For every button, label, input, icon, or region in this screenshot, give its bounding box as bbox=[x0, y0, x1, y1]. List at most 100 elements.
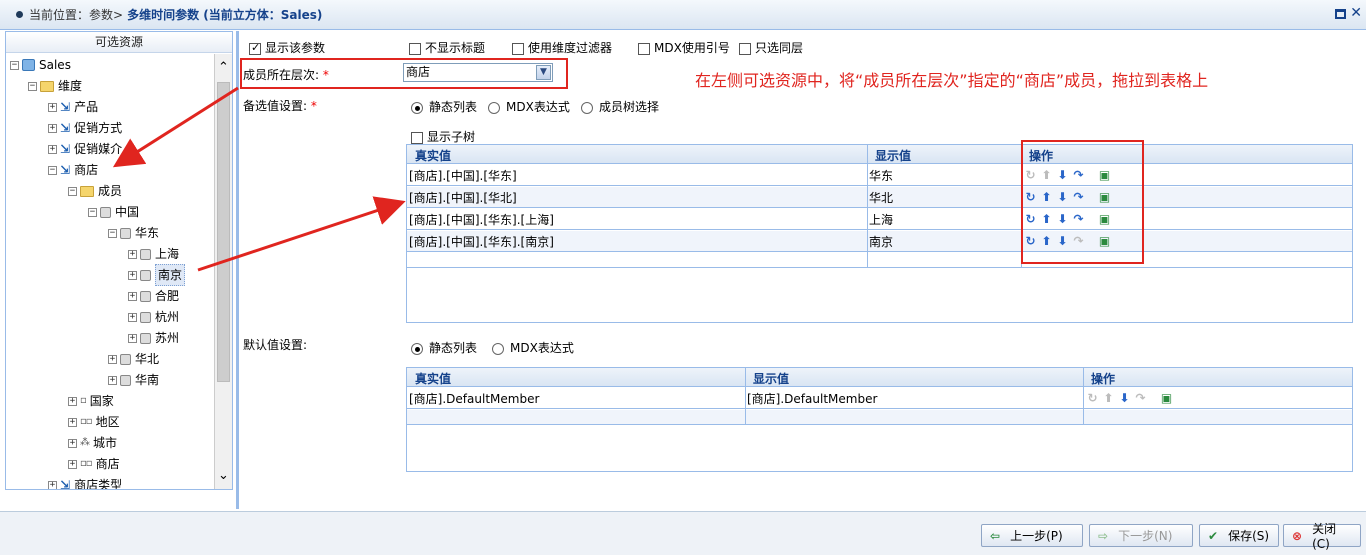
tree-node-hefei[interactable]: + 合肥 bbox=[128, 286, 179, 306]
expand-icon[interactable]: + bbox=[128, 333, 137, 343]
table-row[interactable]: [商店].DefaultMember [商店].DefaultMember ↻ ⬆… bbox=[407, 388, 1352, 409]
collapse-icon[interactable]: − bbox=[88, 207, 97, 217]
member-icon bbox=[140, 248, 151, 260]
table-row-empty[interactable] bbox=[407, 253, 1352, 268]
tree-node-shanghai[interactable]: + 上海 bbox=[128, 244, 179, 264]
expand-icon[interactable]: + bbox=[48, 102, 57, 112]
resource-tree: − Sales − 维度 + ⇲ 产品 + ⇲ 促销方式 + ⇲ 促销媒介 − ⇲ 商店 − 成员 −… bbox=[6, 54, 214, 489]
refresh-icon[interactable]: ↻ bbox=[1085, 391, 1100, 405]
expand-icon[interactable]: + bbox=[128, 270, 137, 280]
member-icon bbox=[120, 353, 131, 365]
expand-icon[interactable]: + bbox=[68, 396, 77, 406]
static-list-radio[interactable] bbox=[411, 101, 423, 114]
candidate-grid-header: 真实值 显示值 操作 bbox=[407, 145, 1352, 164]
move-down-icon[interactable]: ⬇ bbox=[1117, 391, 1132, 405]
tree-scrollbar[interactable]: ⌃ ⌄ bbox=[214, 54, 232, 489]
single-level-option[interactable]: 只选同层 bbox=[739, 39, 803, 56]
tree-node-product[interactable]: + ⇲ 产品 bbox=[48, 97, 98, 117]
dim-filter-option[interactable]: 使用维度过滤器 bbox=[512, 39, 612, 56]
tree-node-city[interactable]: + ⁂ 城市 bbox=[68, 433, 117, 453]
tree-node-promotion[interactable]: + ⇲ 促销方式 bbox=[48, 118, 122, 138]
expand-icon[interactable]: + bbox=[48, 480, 57, 489]
dim-filter-checkbox[interactable] bbox=[512, 42, 524, 55]
move-up-icon[interactable]: ⬆ bbox=[1101, 391, 1116, 405]
collapse-icon[interactable]: − bbox=[68, 186, 77, 196]
redo-icon[interactable]: ↷ bbox=[1133, 391, 1148, 405]
expand-icon[interactable]: + bbox=[128, 291, 137, 301]
expand-icon[interactable]: + bbox=[48, 144, 57, 154]
expand-icon[interactable]: + bbox=[128, 312, 137, 322]
expand-icon[interactable]: + bbox=[48, 123, 57, 133]
tree-node-store-type[interactable]: + ⇲ 商店类型 bbox=[48, 475, 122, 489]
collapse-icon[interactable]: − bbox=[28, 81, 37, 91]
table-row-empty[interactable] bbox=[407, 410, 1352, 425]
maximize-icon[interactable] bbox=[1335, 9, 1346, 19]
tree-node-region[interactable]: + ▫▫ 地区 bbox=[68, 412, 120, 432]
default-mdx-option[interactable]: MDX表达式 bbox=[492, 339, 574, 356]
close-icon[interactable]: ✕ bbox=[1350, 5, 1362, 21]
show-param-option[interactable]: 显示该参数 bbox=[249, 39, 325, 56]
tree-node-east[interactable]: − 华东 bbox=[108, 223, 159, 243]
default-grid: 真实值 显示值 操作 [商店].DefaultMember [商店].Defau… bbox=[406, 367, 1353, 472]
hide-title-checkbox[interactable] bbox=[409, 42, 421, 55]
expand-icon[interactable]: + bbox=[68, 417, 77, 427]
collapse-icon[interactable]: − bbox=[10, 60, 19, 70]
table-row[interactable]: [商店].[中国].[华东].[上海] 上海 ↻ ⬆ ⬇ ↷ ▣ bbox=[407, 209, 1352, 230]
tree-node-promo-media[interactable]: + ⇲ 促销媒介 bbox=[48, 139, 122, 159]
single-level-checkbox[interactable] bbox=[739, 42, 751, 55]
candidate-tree-option[interactable]: 成员树选择 bbox=[581, 98, 659, 115]
candidate-static-option[interactable]: 静态列表 bbox=[411, 98, 477, 115]
scrollbar-thumb[interactable] bbox=[217, 82, 230, 382]
dimension-icon: ⇲ bbox=[60, 100, 71, 114]
folder-icon bbox=[40, 80, 54, 92]
delete-icon[interactable]: ▣ bbox=[1159, 391, 1174, 405]
close-button[interactable]: ⊗ 关闭(C) bbox=[1283, 522, 1361, 551]
tree-node-store-level[interactable]: + ▫▫ 商店 bbox=[68, 454, 120, 474]
show-subtree-checkbox[interactable] bbox=[411, 131, 423, 144]
default-static-radio[interactable] bbox=[411, 342, 423, 355]
prev-button[interactable]: ⇦ 上一步(P) bbox=[981, 524, 1083, 547]
tree-node-store[interactable]: − ⇲ 商店 bbox=[48, 160, 98, 180]
expand-icon[interactable]: + bbox=[108, 354, 117, 364]
collapse-icon[interactable]: − bbox=[48, 165, 57, 175]
tree-node-suzhou[interactable]: + 苏州 bbox=[128, 328, 179, 348]
tree-node-hangzhou[interactable]: + 杭州 bbox=[128, 307, 179, 327]
column-divider bbox=[1083, 368, 1084, 425]
tree-node-north[interactable]: + 华北 bbox=[108, 349, 159, 369]
mdx-quote-checkbox[interactable] bbox=[638, 42, 650, 55]
expand-icon[interactable]: + bbox=[68, 459, 77, 469]
candidate-mdx-option[interactable]: MDX表达式 bbox=[488, 98, 570, 115]
default-mdx-radio[interactable] bbox=[492, 342, 504, 355]
save-button[interactable]: ✔ 保存(S) bbox=[1199, 524, 1279, 547]
mdx-quote-option[interactable]: MDX使用引号 bbox=[638, 39, 730, 56]
member-tree-radio[interactable] bbox=[581, 101, 593, 114]
show-param-checkbox[interactable] bbox=[249, 41, 261, 55]
table-row[interactable]: [商店].[中国].[华东] 华东 ↻ ⬆ ⬇ ↷ ▣ bbox=[407, 165, 1352, 186]
mdx-expr-radio[interactable] bbox=[488, 101, 500, 114]
highlight-box-level bbox=[240, 58, 568, 89]
tree-node-nanjing[interactable]: + 南京 bbox=[128, 264, 186, 286]
show-subtree-option[interactable]: 显示子树 bbox=[411, 128, 475, 145]
tree-node-dimensions[interactable]: − 维度 bbox=[28, 76, 82, 96]
dimension-icon: ⇲ bbox=[60, 142, 71, 156]
table-row[interactable]: [商店].[中国].[华北] 华北 ↻ ⬆ ⬇ ↷ ▣ bbox=[407, 187, 1352, 208]
tree-node-country[interactable]: + ▫ 国家 bbox=[68, 391, 114, 411]
expand-icon[interactable]: + bbox=[108, 375, 117, 385]
table-row[interactable]: [商店].[中国].[华东].[南京] 南京 ↻ ⬆ ⬇ ↷ ▣ bbox=[407, 231, 1352, 252]
scroll-down-icon[interactable]: ⌄ bbox=[218, 468, 229, 483]
tree-node-china[interactable]: − 中国 bbox=[88, 202, 139, 222]
expand-icon[interactable]: + bbox=[68, 438, 77, 448]
scroll-up-icon[interactable]: ⌃ bbox=[218, 60, 229, 75]
bottom-toolbar: ⇦ 上一步(P) ⇨ 下一步(N) ✔ 保存(S) ⊗ 关闭(C) bbox=[0, 511, 1366, 555]
column-display: 显示值 bbox=[753, 372, 790, 386]
collapse-icon[interactable]: − bbox=[108, 228, 117, 238]
back-arrow-icon: ⇦ bbox=[990, 528, 1001, 543]
folder-icon bbox=[80, 185, 94, 197]
tree-node-members[interactable]: − 成员 bbox=[68, 181, 122, 201]
next-button[interactable]: ⇨ 下一步(N) bbox=[1089, 524, 1193, 547]
tree-node-sales[interactable]: − Sales bbox=[10, 55, 71, 75]
expand-icon[interactable]: + bbox=[128, 249, 137, 259]
default-static-option[interactable]: 静态列表 bbox=[411, 339, 477, 356]
hide-title-option[interactable]: 不显示标题 bbox=[409, 39, 485, 56]
tree-node-south[interactable]: + 华南 bbox=[108, 370, 159, 390]
